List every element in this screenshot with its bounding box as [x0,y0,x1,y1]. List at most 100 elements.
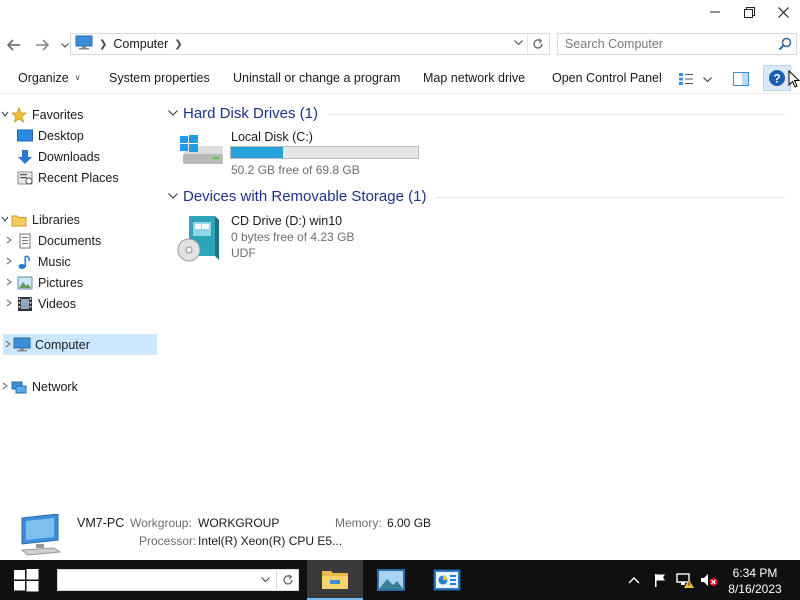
address-row: ❯ Computer ❯ [0,32,800,58]
chevron-right-icon[interactable] [3,340,13,350]
memory-label: Memory: [335,516,382,530]
sidebar-item-label: Recent Places [38,170,119,185]
sidebar-item-recent-places[interactable]: Recent Places [0,167,158,188]
taskbar-file-explorer[interactable] [307,560,363,600]
mouse-cursor-icon [788,69,800,91]
chevron-down-icon[interactable] [168,108,182,119]
show-hidden-icons-button[interactable] [624,560,644,600]
chevron-down-icon[interactable] [168,191,182,202]
organize-label: Organize [18,71,69,85]
clock-date: 8/16/2023 [728,582,782,596]
address-bar[interactable]: ❯ Computer ❯ [70,33,550,55]
chevron-right-icon[interactable] [0,382,10,392]
control-panel-icon [433,569,461,591]
content-area: Hard Disk Drives (1) Local Disk (C:) 50.… [165,100,800,510]
system-properties-button[interactable]: System properties [109,71,210,85]
chevron-down-icon [61,42,69,48]
drive-free-space: 50.2 GB free of 69.8 GB [231,163,360,177]
breadcrumb-chevron[interactable]: ❯ [174,39,182,50]
sidebar-item-label: Desktop [38,128,84,143]
chevron-right-icon[interactable] [4,236,14,246]
hard-drive-icon [175,130,223,173]
download-arrow-icon [16,149,34,165]
group-header-hard-disks[interactable]: Hard Disk Drives (1) [165,101,785,125]
sidebar-item-desktop[interactable]: Desktop [0,125,158,146]
search-input[interactable] [558,35,768,53]
back-button[interactable] [4,35,24,55]
sidebar-item-pictures[interactable]: Pictures [0,272,158,293]
chevron-down-icon[interactable] [0,110,10,120]
search-icon[interactable] [778,37,792,54]
change-view-button[interactable] [678,68,694,90]
preview-pane-button[interactable] [733,68,749,90]
breadcrumb-computer[interactable]: Computer [113,37,168,51]
workgroup-value: WORKGROUP [198,516,280,530]
drive-usage-bar [230,146,419,159]
sidebar-item-computer[interactable]: Computer [3,334,157,355]
drive-file-system: UDF [231,246,256,260]
chevron-right-icon[interactable] [4,278,14,288]
title-bar [0,0,800,28]
chevron-right-icon[interactable] [4,257,14,267]
uninstall-program-button[interactable]: Uninstall or change a program [233,71,400,85]
map-network-drive-button[interactable]: Map network drive [423,71,525,85]
group-header-removable[interactable]: Devices with Removable Storage (1) [165,184,785,208]
sidebar-item-music[interactable]: Music [0,251,158,272]
chevron-right-icon[interactable] [4,299,14,309]
refresh-icon[interactable] [276,570,298,590]
close-icon [777,6,789,18]
drive-local-disk-c[interactable]: Local Disk (C:) 50.2 GB free of 69.8 GB [175,130,475,190]
chevron-down-icon[interactable] [261,574,270,585]
help-button[interactable]: ? [763,65,791,91]
drive-cd-d[interactable]: CD Drive (D:) win10 0 bytes free of 4.23… [175,214,475,274]
address-history-dropdown[interactable] [514,37,523,48]
chevron-down-icon [703,76,712,82]
refresh-icon [532,38,543,49]
sidebar-item-libraries[interactable]: Libraries [0,209,158,230]
breadcrumb-separator[interactable]: ❯ [99,39,107,50]
minimize-button[interactable] [698,0,732,24]
chevron-down-icon[interactable] [0,215,10,225]
taskbar-app-control-panel[interactable] [419,560,475,600]
sidebar-item-network[interactable]: Network [0,376,158,397]
chevron-up-icon [628,577,640,584]
sidebar-item-videos[interactable]: Videos [0,293,158,314]
open-control-panel-button[interactable]: Open Control Panel [552,71,662,85]
drive-name: CD Drive (D:) win10 [231,214,343,228]
sidebar-item-label: Computer [35,337,90,352]
folder-icon [322,571,348,589]
action-center-button[interactable] [650,560,670,600]
sidebar-item-favorites[interactable]: Favorites [0,104,158,125]
clock-time: 6:34 PM [732,566,778,580]
music-note-icon [16,254,34,270]
forward-button[interactable] [32,35,52,55]
minimize-icon [710,11,720,13]
taskbar-search-input[interactable] [58,570,253,590]
navigation-pane: Favorites Desktop Downloads Recent Place… [0,100,162,510]
sidebar-item-documents[interactable]: Documents [0,230,158,251]
drive-free-space: 0 bytes free of 4.23 GB [231,230,355,244]
sidebar-item-label: Videos [38,296,76,311]
sidebar-item-label: Downloads [38,149,100,164]
taskbar-app-image-viewer[interactable] [363,560,419,600]
volume-button[interactable] [698,560,720,600]
organize-button[interactable]: Organize ∨ [18,71,81,85]
taskbar-clock[interactable]: 6:34 PM 8/16/2023 [722,565,788,597]
help-icon: ? [769,70,785,86]
sidebar-item-downloads[interactable]: Downloads [0,146,158,167]
taskbar-search-box[interactable] [57,569,299,591]
restore-button[interactable] [732,0,766,24]
recent-places-icon [16,170,34,186]
more-views-dropdown[interactable] [703,68,712,90]
refresh-button[interactable] [527,34,547,54]
chevron-down-icon: ∨ [74,73,81,82]
window-controls [698,0,800,24]
sidebar-item-label: Music [38,254,71,269]
network-status-button[interactable] [673,560,697,600]
start-button[interactable] [0,560,52,600]
search-box[interactable] [557,33,797,55]
cd-drive-icon [175,214,223,265]
network-icon [10,379,28,395]
sidebar-item-label: Pictures [38,275,84,290]
close-button[interactable] [766,0,800,24]
